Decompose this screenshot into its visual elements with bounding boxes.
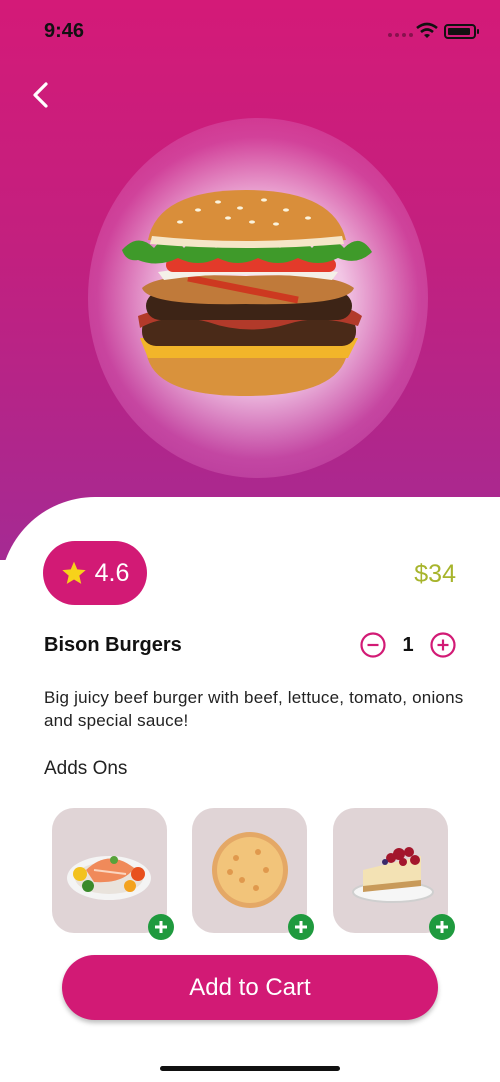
cheesecake-icon: [352, 847, 434, 903]
decrease-quantity-button[interactable]: [360, 632, 386, 658]
rating-value: 4.6: [94, 558, 130, 587]
add-addon-pizza-button[interactable]: [288, 914, 314, 940]
add-addon-cheesecake-button[interactable]: [429, 914, 455, 940]
signal-icon: [388, 33, 413, 37]
plus-icon: [155, 921, 167, 933]
status-bar: 9:46: [0, 0, 500, 60]
addon-card-cheesecake[interactable]: [333, 808, 448, 933]
battery-icon: [444, 24, 479, 39]
back-button[interactable]: [24, 78, 58, 112]
addon-card-pizza[interactable]: [192, 808, 307, 933]
plus-icon: [295, 921, 307, 933]
salmon-plate-icon: [67, 856, 151, 900]
star-icon: [61, 561, 86, 584]
product-price: $34: [414, 560, 456, 588]
quantity-value: 1: [402, 633, 414, 656]
product-description: Big juicy beef burger with beef, lettuce…: [44, 688, 464, 730]
quantity-stepper: 1: [360, 632, 456, 658]
wifi-icon: [416, 22, 438, 38]
addon-card-salmon[interactable]: [52, 808, 167, 933]
burger-image: [122, 190, 372, 396]
add-addon-salmon-button[interactable]: [148, 914, 174, 940]
pizza-icon: [212, 832, 288, 908]
increase-quantity-button[interactable]: [430, 632, 456, 658]
plus-icon: [436, 921, 448, 933]
product-name: Bison Burgers: [44, 634, 182, 656]
add-to-cart-button[interactable]: Add to Cart: [62, 955, 438, 1020]
rating-badge: 4.6: [43, 541, 147, 605]
status-time: 9:46: [44, 20, 85, 42]
addons-title: Adds Ons: [44, 758, 128, 779]
home-indicator: [160, 1066, 340, 1071]
